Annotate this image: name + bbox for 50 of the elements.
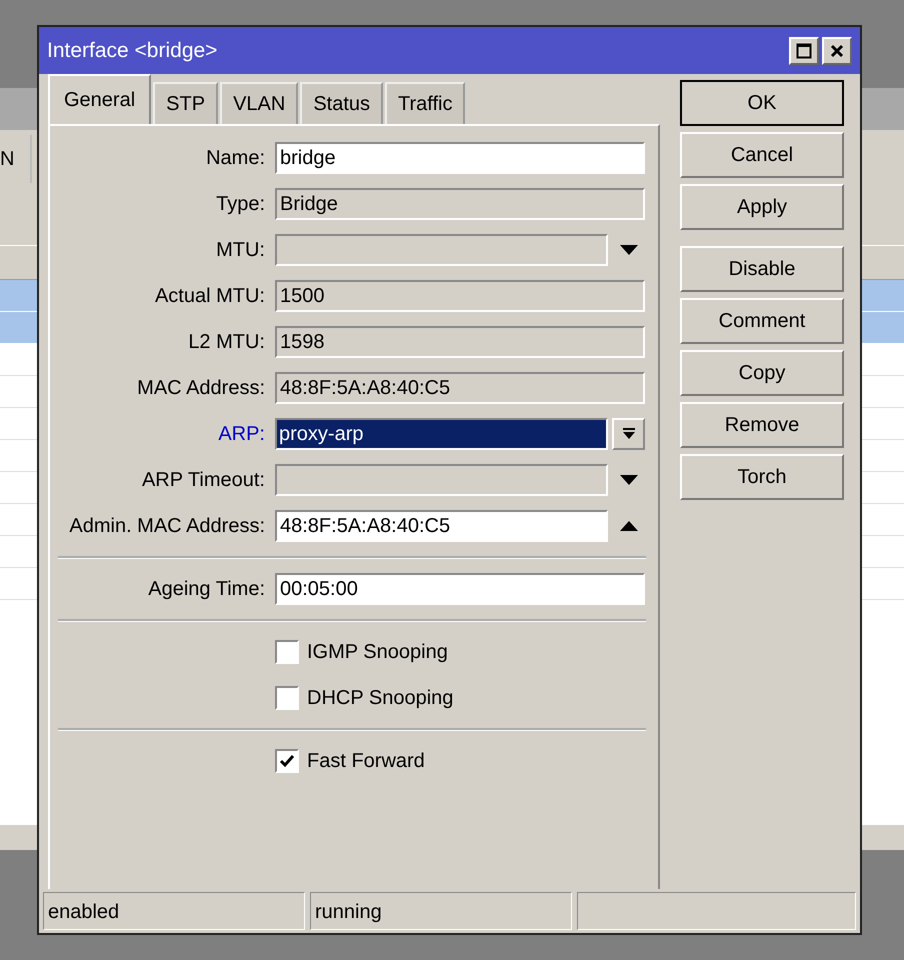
field-label: Ageing Time:	[147, 578, 265, 600]
input-field[interactable]: 1500	[275, 280, 645, 312]
field-label: Type:	[215, 192, 265, 216]
input-field[interactable]: bridge	[275, 142, 645, 174]
close-button[interactable]	[822, 36, 852, 64]
close-icon	[830, 44, 844, 58]
field-label: Admin. MAC Address:	[68, 514, 265, 538]
field-label: ARP Timeout:	[140, 468, 265, 492]
dropdown-button[interactable]	[612, 418, 645, 450]
dialog-button[interactable]: Copy	[680, 350, 844, 396]
tab[interactable]: STP	[153, 82, 218, 124]
status-cell: enabled	[43, 892, 305, 930]
field-label: Actual MTU:	[154, 284, 265, 308]
dialog-button[interactable]: Remove	[680, 402, 844, 448]
column-tab[interactable]: N	[0, 135, 32, 183]
input-field[interactable]: 00:05:00	[275, 573, 645, 605]
tab[interactable]: General	[48, 74, 152, 124]
maximize-icon	[796, 42, 812, 58]
checkbox-label: DHCP Snooping	[307, 686, 454, 710]
tab[interactable]: Status	[300, 82, 384, 124]
input-field[interactable]: Bridge	[275, 188, 645, 220]
input-field[interactable]: 48:8F:5A:A8:40:C5	[275, 510, 608, 542]
field-label: Name:	[205, 146, 265, 170]
dialog-button[interactable]: Comment	[680, 298, 844, 344]
checkbox[interactable]	[275, 749, 299, 773]
arrow-down-icon	[622, 427, 636, 441]
field-label: MAC Address:	[136, 376, 265, 400]
tab[interactable]: Traffic	[385, 82, 466, 124]
field-label: L2 MTU:	[187, 330, 265, 354]
input-field[interactable]	[275, 464, 608, 496]
checkmark-icon	[279, 754, 295, 768]
maximize-button[interactable]	[789, 36, 819, 64]
dialog-button[interactable]: Apply	[680, 184, 844, 230]
checkbox[interactable]	[275, 640, 299, 664]
input-field[interactable]: 1598	[275, 326, 645, 358]
checkbox-label: Fast Forward	[307, 750, 425, 772]
dialog-button[interactable]: Torch	[680, 454, 844, 500]
input-field[interactable]: proxy-arp	[275, 418, 608, 450]
field-label: ARP:	[217, 422, 265, 446]
input-field[interactable]	[275, 234, 608, 266]
window-title: Interface <bridge>	[47, 38, 218, 62]
tab[interactable]: VLAN	[220, 82, 298, 124]
input-field[interactable]: 48:8F:5A:A8:40:C5	[275, 372, 645, 404]
checkbox-label: IGMP Snooping	[307, 640, 448, 664]
field-label: MTU:	[215, 238, 265, 262]
dialog-button[interactable]: Disable	[680, 246, 844, 292]
status-cell: running	[310, 892, 572, 930]
dialog-button[interactable]: Cancel	[680, 132, 844, 178]
dialog-button[interactable]: OK	[680, 80, 844, 126]
checkbox[interactable]	[275, 686, 299, 710]
